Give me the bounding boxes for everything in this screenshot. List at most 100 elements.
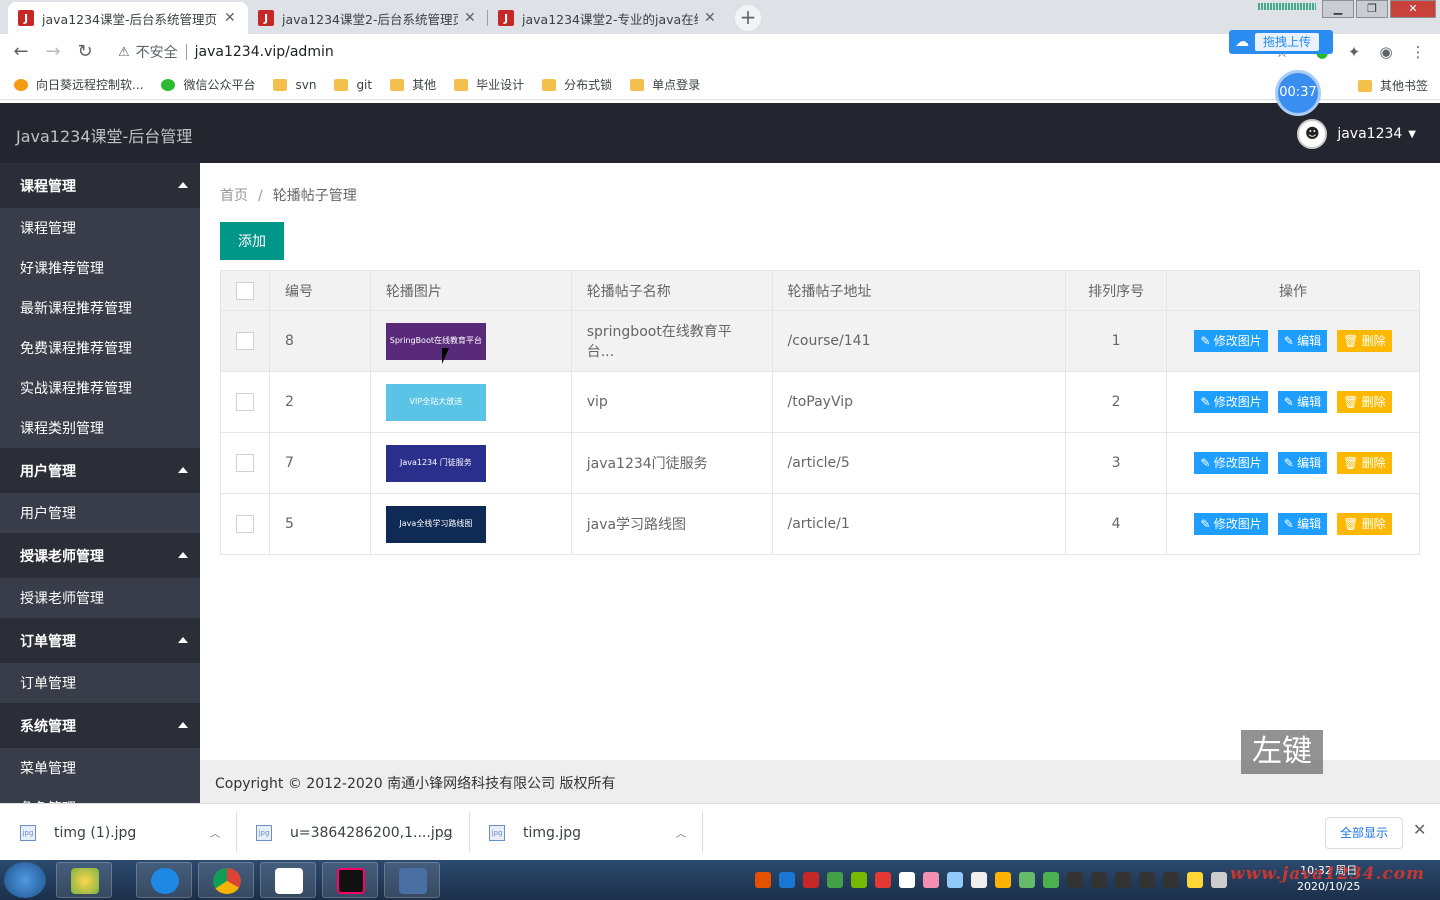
forward-icon[interactable]: →: [42, 41, 64, 63]
profile-icon[interactable]: ◉: [1376, 42, 1396, 62]
chevron-up-icon[interactable]: ︿: [443, 825, 453, 840]
minimize-icon[interactable]: ▁: [1322, 0, 1354, 18]
tray-icon[interactable]: [1139, 872, 1155, 888]
sidebar-item-order[interactable]: 订单管理: [0, 663, 200, 703]
taskbar-app-icon[interactable]: [136, 862, 192, 898]
sidebar-item-practical-course[interactable]: 实战课程推荐管理: [0, 368, 200, 408]
edit-image-button[interactable]: ✎ 修改图片: [1194, 330, 1268, 352]
row-checkbox[interactable]: [236, 332, 254, 350]
chevron-up-icon[interactable]: ︿: [210, 825, 220, 840]
download-item[interactable]: jpg timg (1).jpg ︿: [0, 804, 236, 861]
tray-icon[interactable]: [779, 872, 795, 888]
add-button[interactable]: 添加: [220, 222, 284, 260]
bookmark-folder[interactable]: 毕业设计: [454, 76, 524, 93]
delete-button[interactable]: 🗑 删除: [1337, 330, 1392, 352]
sidebar-item-free-course[interactable]: 免费课程推荐管理: [0, 328, 200, 368]
show-all-downloads-button[interactable]: 全部显示: [1325, 817, 1403, 849]
tray-icon[interactable]: [755, 872, 771, 888]
edit-image-button[interactable]: ✎ 修改图片: [1194, 391, 1268, 413]
row-checkbox[interactable]: [236, 515, 254, 533]
sidebar-group-course[interactable]: 课程管理: [0, 163, 200, 208]
edit-button[interactable]: ✎ 编辑: [1277, 391, 1328, 413]
row-checkbox[interactable]: [236, 393, 254, 411]
drag-upload-widget[interactable]: ☁ 拖拽上传: [1229, 30, 1333, 54]
new-tab-button[interactable]: +: [735, 5, 761, 31]
other-bookmarks[interactable]: 其他书签: [1357, 77, 1428, 94]
tray-icon[interactable]: [827, 872, 843, 888]
browser-tab-3[interactable]: J java1234课堂2-专业的java在线教育 ✕: [488, 2, 728, 34]
bookmark-folder[interactable]: svn: [273, 78, 316, 92]
taskbar-app-icon[interactable]: [56, 862, 112, 898]
delete-button[interactable]: 🗑 删除: [1337, 452, 1392, 474]
browser-tab-2[interactable]: J java1234课堂2-后台系统管理页面 ✕: [248, 2, 488, 34]
address-bar[interactable]: ⚠ 不安全 java1234.vip/admin: [110, 38, 1270, 66]
breadcrumb-home[interactable]: 首页: [220, 188, 248, 204]
volume-icon[interactable]: [1211, 872, 1227, 888]
edit-button[interactable]: ✎ 编辑: [1277, 513, 1328, 535]
tray-icon[interactable]: [803, 872, 819, 888]
tray-icon[interactable]: [1115, 872, 1131, 888]
sidebar-item-course-type[interactable]: 课程类别管理: [0, 408, 200, 448]
row-checkbox[interactable]: [236, 454, 254, 472]
bookmark-item[interactable]: 向日葵远程控制软...: [14, 76, 143, 93]
sidebar-item-course[interactable]: 课程管理: [0, 208, 200, 248]
bookmark-folder[interactable]: 其他: [390, 76, 436, 93]
edit-image-button[interactable]: ✎ 修改图片: [1194, 513, 1268, 535]
delete-button[interactable]: 🗑 删除: [1337, 513, 1392, 535]
bookmark-folder[interactable]: git: [334, 78, 372, 92]
select-all-checkbox[interactable]: [236, 281, 254, 300]
sidebar-item-good-course[interactable]: 好课推荐管理: [0, 248, 200, 288]
close-window-icon[interactable]: ✕: [1390, 0, 1436, 18]
tray-icon[interactable]: [875, 872, 891, 888]
taskbar-chrome-icon[interactable]: [198, 862, 254, 898]
browser-tab-1[interactable]: J java1234课堂-后台系统管理页面 ✕: [8, 2, 248, 34]
bookmark-folder[interactable]: 分布式锁: [542, 76, 612, 93]
sidebar-group-user[interactable]: 用户管理: [0, 448, 200, 493]
tray-icon[interactable]: [1019, 872, 1035, 888]
close-downloads-icon[interactable]: ✕: [1413, 820, 1426, 839]
sidebar-group-order[interactable]: 订单管理: [0, 618, 200, 663]
url-text[interactable]: java1234.vip/admin: [195, 44, 334, 60]
user-menu[interactable]: ☻ java1234 ▼: [1297, 119, 1416, 149]
delete-button[interactable]: 🗑 删除: [1337, 391, 1392, 413]
taskbar-app-icon[interactable]: [260, 862, 316, 898]
folder-icon: [454, 78, 469, 91]
tray-icon[interactable]: [851, 872, 867, 888]
sidebar-item-role[interactable]: 角色管理: [0, 788, 200, 803]
back-icon[interactable]: ←: [10, 41, 32, 63]
tray-icon[interactable]: [899, 872, 915, 888]
tray-icon[interactable]: [971, 872, 987, 888]
edit-button[interactable]: ✎ 编辑: [1277, 452, 1328, 474]
download-item[interactable]: jpg timg.jpg ︿: [469, 804, 702, 861]
sidebar-item-menu[interactable]: 菜单管理: [0, 748, 200, 788]
bookmark-item[interactable]: 微信公众平台: [161, 76, 255, 93]
taskbar-intellij-icon[interactable]: [322, 862, 378, 898]
sidebar-group-teacher[interactable]: 授课老师管理: [0, 533, 200, 578]
tray-icon[interactable]: [995, 872, 1011, 888]
chevron-up-icon[interactable]: ︿: [676, 825, 686, 840]
tray-icon[interactable]: [1163, 872, 1179, 888]
edit-image-button[interactable]: ✎ 修改图片: [1194, 452, 1268, 474]
menu-kebab-icon[interactable]: ⋮: [1408, 42, 1428, 62]
sidebar-item-teacher[interactable]: 授课老师管理: [0, 578, 200, 618]
bookmark-folder[interactable]: 单点登录: [630, 76, 700, 93]
tray-icon[interactable]: [923, 872, 939, 888]
tray-icon[interactable]: [1187, 872, 1203, 888]
start-button[interactable]: [4, 862, 46, 898]
sidebar-item-user[interactable]: 用户管理: [0, 493, 200, 533]
tray-icon[interactable]: [1091, 872, 1107, 888]
sidebar-group-system[interactable]: 系统管理: [0, 703, 200, 748]
tray-icon[interactable]: [1043, 872, 1059, 888]
close-tab-icon[interactable]: ✕: [224, 10, 236, 26]
extensions-puzzle-icon[interactable]: ✦: [1344, 42, 1364, 62]
maximize-icon[interactable]: ❐: [1356, 0, 1388, 18]
tray-icon[interactable]: [947, 872, 963, 888]
tray-icon[interactable]: [1067, 872, 1083, 888]
taskbar-app-icon[interactable]: [384, 862, 440, 898]
reload-icon[interactable]: ↻: [74, 41, 96, 63]
sidebar-item-new-course[interactable]: 最新课程推荐管理: [0, 288, 200, 328]
edit-button[interactable]: ✎ 编辑: [1277, 330, 1328, 352]
close-tab-icon[interactable]: ✕: [704, 10, 716, 26]
download-item[interactable]: jpg u=3864286200,1....jpg ︿: [236, 804, 469, 861]
close-tab-icon[interactable]: ✕: [464, 10, 476, 26]
